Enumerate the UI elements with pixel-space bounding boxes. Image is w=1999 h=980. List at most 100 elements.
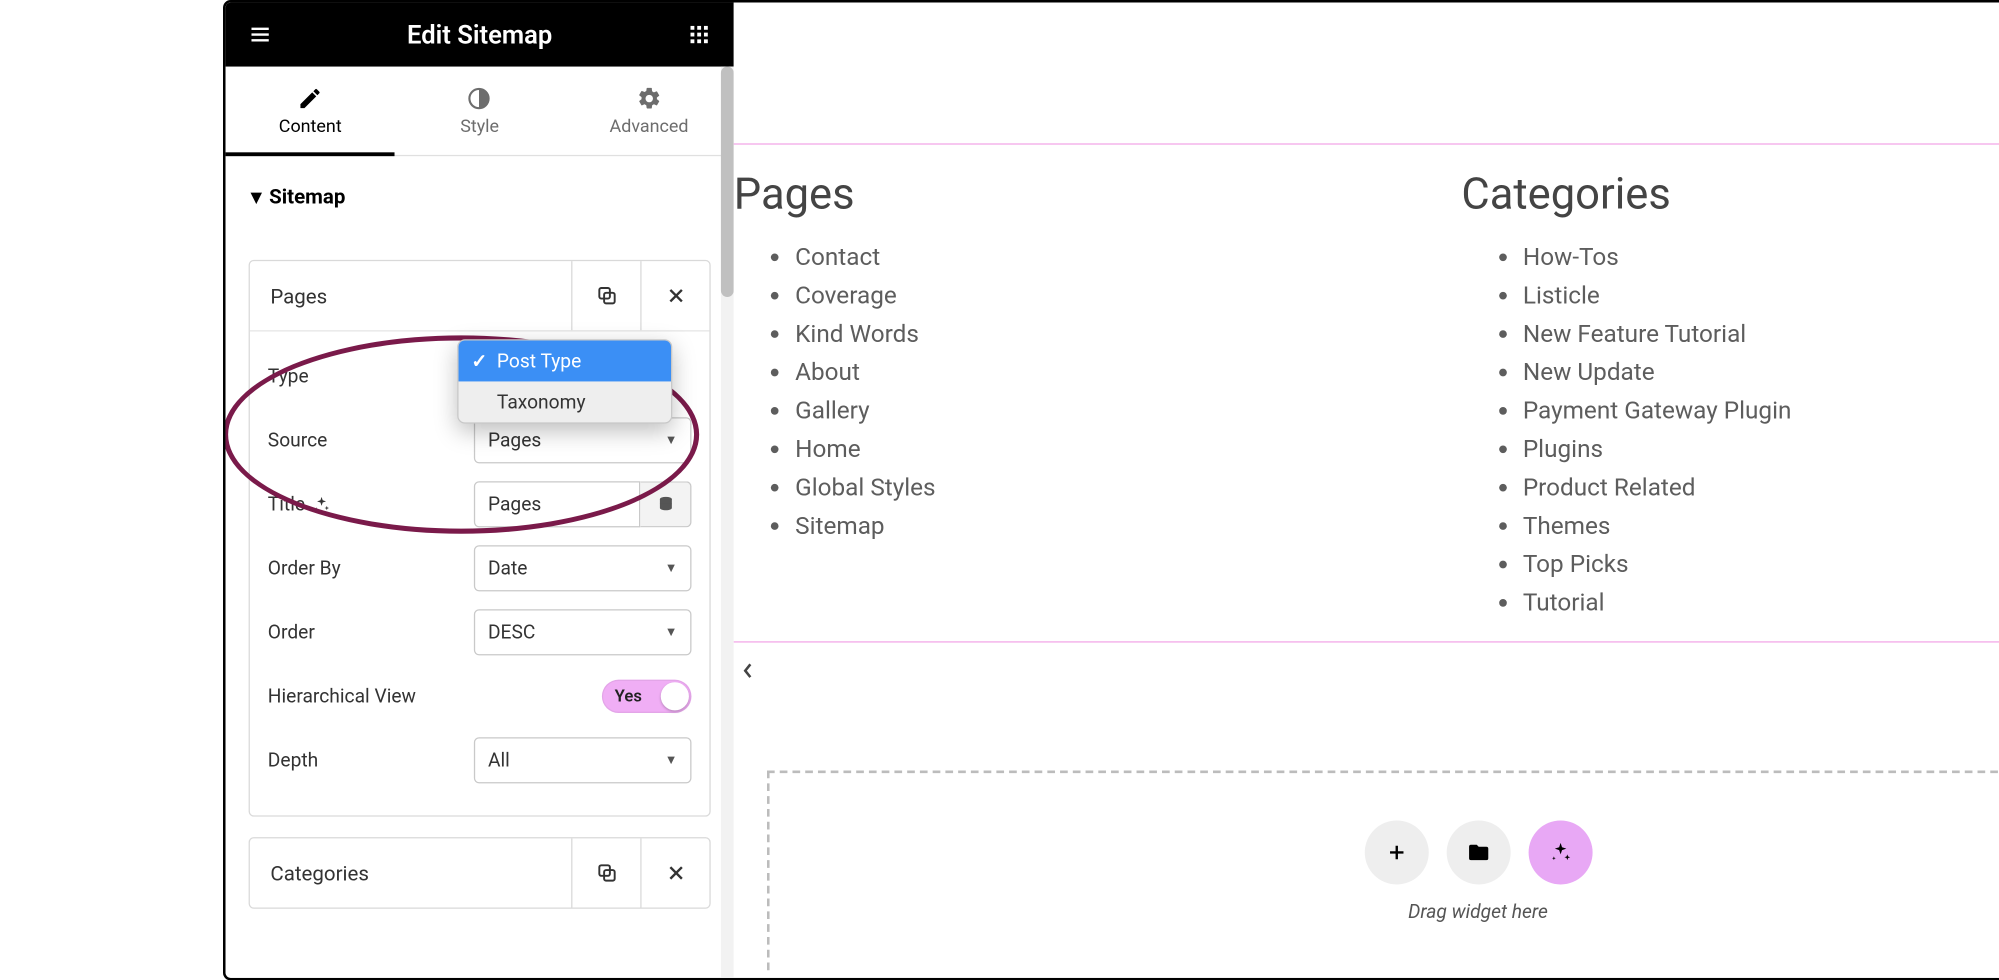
sitemap-categories-heading: Categories	[1461, 169, 1999, 220]
drop-zone[interactable]: Drag widget here	[767, 771, 1999, 971]
repeater-item-pages-body: Type ▼ Post Type Taxonomy Source	[249, 330, 709, 815]
drop-zone-text: Drag widget here	[1408, 900, 1548, 923]
plus-icon	[1384, 841, 1407, 864]
type-option-post-type[interactable]: Post Type	[458, 340, 670, 381]
field-type-label: Type	[267, 365, 473, 388]
field-order-by-label: Order By	[267, 557, 473, 580]
field-source-label: Source	[267, 429, 473, 452]
sparkle-icon	[1548, 841, 1571, 864]
repeater-item-categories-title: Categories	[249, 861, 570, 885]
toggle-knob	[660, 682, 688, 710]
field-depth: Depth All ▼	[267, 728, 691, 792]
depth-select[interactable]: All ▼	[473, 737, 691, 783]
drop-zone-buttons	[1364, 820, 1592, 884]
list-item[interactable]: Plugins	[1522, 430, 1999, 468]
list-item[interactable]: About	[795, 353, 1461, 391]
duplicate-button[interactable]	[571, 838, 640, 907]
type-option-taxonomy[interactable]: Taxonomy	[458, 381, 670, 422]
list-item[interactable]: Kind Words	[795, 315, 1461, 353]
list-item[interactable]: Contact	[795, 238, 1461, 276]
caret-down-icon: ▾	[251, 184, 261, 208]
dynamic-tags-button[interactable]	[640, 481, 691, 527]
sparkle-icon	[312, 495, 330, 513]
order-by-select-value: Date	[487, 557, 527, 580]
section-heading-label: Sitemap	[269, 184, 345, 208]
add-widget-button[interactable]	[1364, 820, 1428, 884]
sitemap-pages-heading: Pages	[733, 169, 1461, 220]
field-order-label: Order	[267, 621, 473, 644]
repeater-item-pages-head[interactable]: Pages	[249, 261, 709, 330]
title-input[interactable]: Pages	[473, 481, 639, 527]
list-item[interactable]: Listicle	[1522, 277, 1999, 315]
field-type: Type ▼ Post Type Taxonomy	[267, 344, 691, 408]
template-library-button[interactable]	[1446, 820, 1510, 884]
list-item[interactable]: New Update	[1522, 353, 1999, 391]
app-frame: Edit Sitemap Content Style Advanced ▾ Si…	[223, 0, 1999, 980]
field-title-label-text: Title	[267, 493, 304, 516]
sidebar-scrollbar[interactable]	[720, 67, 733, 978]
chevron-down-icon: ▼	[664, 561, 677, 575]
list-item[interactable]: Coverage	[795, 277, 1461, 315]
ai-button[interactable]	[1527, 820, 1591, 884]
sitemap-pages-list: Contact Coverage Kind Words About Galler…	[733, 238, 1461, 545]
field-title: Title Pages	[267, 472, 691, 536]
list-item[interactable]: Sitemap	[795, 507, 1461, 545]
section-heading[interactable]: ▾ Sitemap	[225, 156, 733, 224]
collapse-panel-handle[interactable]	[733, 620, 761, 722]
tab-style-label: Style	[460, 116, 499, 136]
panel-title: Edit Sitemap	[407, 19, 552, 50]
repeater-item-categories: Categories	[248, 837, 710, 909]
list-item[interactable]: Payment Gateway Plugin	[1522, 392, 1999, 430]
sitemap-categories-list: How-Tos Listicle New Feature Tutorial Ne…	[1461, 238, 1999, 622]
hamburger-icon[interactable]	[248, 23, 271, 46]
preview-canvas: Pages Contact Coverage Kind Words About …	[733, 3, 1999, 978]
list-item[interactable]: Home	[795, 430, 1461, 468]
repeater-item-pages: Pages Type ▼	[248, 260, 710, 817]
chevron-down-icon: ▼	[664, 753, 677, 767]
tab-advanced[interactable]: Advanced	[564, 67, 733, 155]
folder-icon	[1466, 841, 1489, 864]
panel-body: Pages Type ▼	[225, 224, 733, 932]
title-input-value: Pages	[487, 493, 540, 516]
source-select[interactable]: Pages ▼	[473, 417, 691, 463]
chevron-down-icon: ▼	[664, 433, 677, 447]
tab-style[interactable]: Style	[394, 67, 563, 155]
field-hierarchical-label: Hierarchical View	[267, 685, 473, 708]
chevron-left-icon	[741, 662, 754, 680]
tab-advanced-label: Advanced	[609, 116, 688, 136]
chevron-down-icon: ▼	[664, 625, 677, 639]
list-item[interactable]: How-Tos	[1522, 238, 1999, 276]
order-by-select[interactable]: Date ▼	[473, 545, 691, 591]
list-item[interactable]: Global Styles	[795, 469, 1461, 507]
sitemap-widget[interactable]: Pages Contact Coverage Kind Words About …	[733, 156, 1999, 622]
order-select-value: DESC	[487, 621, 534, 644]
field-depth-label: Depth	[267, 749, 473, 772]
depth-select-value: All	[487, 749, 509, 772]
sitemap-column-categories: Categories How-Tos Listicle New Feature …	[1461, 169, 1999, 622]
field-order: Order DESC ▼	[267, 600, 691, 664]
repeater-item-categories-head[interactable]: Categories	[249, 838, 709, 907]
apps-grid-icon[interactable]	[687, 23, 710, 46]
field-title-label: Title	[267, 493, 473, 516]
editor-sidebar: Edit Sitemap Content Style Advanced ▾ Si…	[225, 3, 733, 978]
list-item[interactable]: Product Related	[1522, 469, 1999, 507]
order-select[interactable]: DESC ▼	[473, 609, 691, 655]
list-item[interactable]: Themes	[1522, 507, 1999, 545]
duplicate-button[interactable]	[571, 261, 640, 330]
sitemap-column-pages: Pages Contact Coverage Kind Words About …	[733, 169, 1461, 622]
field-order-by: Order By Date ▼	[267, 536, 691, 600]
list-item[interactable]: New Feature Tutorial	[1522, 315, 1999, 353]
list-item[interactable]: Top Picks	[1522, 545, 1999, 583]
remove-button[interactable]	[640, 838, 709, 907]
tab-content[interactable]: Content	[225, 67, 394, 155]
list-item[interactable]: Tutorial	[1522, 584, 1999, 622]
source-select-value: Pages	[487, 429, 540, 452]
panel-tabs: Content Style Advanced	[225, 67, 733, 157]
sidebar-topbar: Edit Sitemap	[225, 3, 733, 67]
list-item[interactable]: Gallery	[795, 392, 1461, 430]
hierarchical-toggle[interactable]: Yes	[601, 680, 691, 713]
remove-button[interactable]	[640, 261, 709, 330]
hierarchical-toggle-label: Yes	[601, 687, 641, 706]
field-hierarchical: Hierarchical View Yes	[267, 664, 691, 728]
database-icon	[656, 495, 674, 513]
